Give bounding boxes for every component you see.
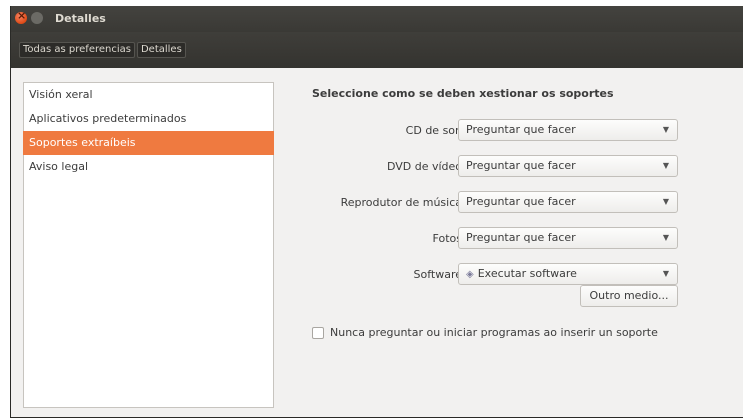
software-label: Software <box>413 268 463 281</box>
title-bar: Detalles <box>11 6 743 32</box>
breadcrumb-details[interactable]: Detalles <box>136 42 186 58</box>
minimize-window-button[interactable] <box>31 12 43 24</box>
dvd-video-select[interactable]: Preguntar que facer ▼ <box>458 155 678 177</box>
never-prompt-row[interactable]: Nunca preguntar ou iniciar programas ao … <box>312 326 658 339</box>
sidebar-item-default-apps[interactable]: Aplicativos predeterminados <box>23 107 274 131</box>
sidebar-item-removable-media[interactable]: Soportes extraíbeis <box>23 131 274 155</box>
window-title: Detalles <box>55 12 106 25</box>
section-heading: Seleccione como se deben xestionar os so… <box>312 87 614 100</box>
chevron-down-icon: ▼ <box>662 233 669 242</box>
cd-audio-label: CD de son <box>405 124 462 137</box>
photos-label: Fotos <box>432 232 462 245</box>
music-player-value: Preguntar que facer <box>466 195 576 208</box>
chevron-down-icon: ▼ <box>662 125 669 134</box>
cd-audio-select[interactable]: Preguntar que facer ▼ <box>458 119 678 141</box>
sidebar-item-legal-notice[interactable]: Aviso legal <box>23 155 274 179</box>
sidebar-item-overview[interactable]: Visión xeral <box>23 83 274 107</box>
dvd-video-label: DVD de vídeo <box>386 160 462 173</box>
software-select[interactable]: ◈ Executar software ▼ <box>458 263 678 285</box>
chevron-down-icon: ▼ <box>662 269 669 278</box>
photos-value: Preguntar que facer <box>466 231 576 244</box>
photos-select[interactable]: Preguntar que facer ▼ <box>458 227 678 249</box>
music-player-select[interactable]: Preguntar que facer ▼ <box>458 191 678 213</box>
other-media-button[interactable]: Outro medio... <box>580 285 678 307</box>
sidebar-list: Visión xeral Aplicativos predeterminados… <box>23 83 274 179</box>
breadcrumb: Todas as preferencias Detalles <box>19 42 188 58</box>
never-prompt-checkbox[interactable] <box>312 326 324 339</box>
never-prompt-label: Nunca preguntar ou iniciar programas ao … <box>330 326 658 339</box>
close-window-button[interactable] <box>15 9 27 24</box>
cd-audio-value: Preguntar que facer <box>466 123 576 136</box>
software-diamond-icon: ◈ <box>466 269 474 280</box>
chevron-down-icon: ▼ <box>662 197 669 206</box>
dvd-video-value: Preguntar que facer <box>466 159 576 172</box>
breadcrumb-all-settings[interactable]: Todas as preferencias <box>19 42 135 58</box>
toolbar: Todas as preferencias Detalles <box>11 32 743 68</box>
music-player-label: Reprodutor de música <box>340 196 462 209</box>
software-value: Executar software <box>477 267 577 280</box>
chevron-down-icon: ▼ <box>662 161 669 170</box>
